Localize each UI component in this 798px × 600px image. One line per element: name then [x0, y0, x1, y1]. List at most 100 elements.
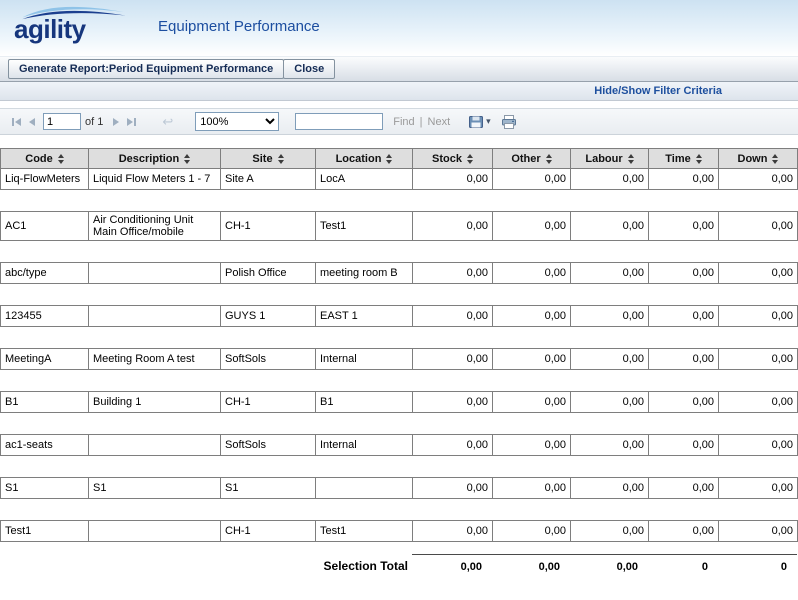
- cell: S1: [89, 478, 221, 499]
- column-label: Location: [336, 153, 382, 165]
- cell: Liq-FlowMeters: [1, 169, 89, 190]
- next-link[interactable]: Next: [428, 116, 451, 128]
- sort-icon[interactable]: [278, 154, 284, 164]
- cell: 0,00: [493, 212, 571, 241]
- cell: 0,00: [571, 169, 649, 190]
- menu-bar: Generate Report:Period Equipment Perform…: [0, 56, 798, 82]
- cell: 0,00: [719, 306, 798, 327]
- find-next-separator: |: [420, 116, 423, 128]
- table-row: 123455GUYS 1EAST 10,000,000,000,000,00: [0, 305, 798, 327]
- agility-logo: agility: [14, 4, 134, 42]
- cell: 0,00: [413, 306, 493, 327]
- report-area: Code DescriptionSite Location Stock Other Lab…: [0, 135, 798, 573]
- sort-icon[interactable]: [58, 154, 64, 164]
- cell: 0,00: [719, 349, 798, 370]
- cell: abc/type: [1, 263, 89, 284]
- zoom-select[interactable]: 100%: [195, 112, 279, 131]
- cell: 0,00: [493, 306, 571, 327]
- column-header-code[interactable]: Code: [1, 149, 89, 169]
- cell: 0,00: [719, 212, 798, 241]
- print-button[interactable]: [501, 114, 517, 130]
- hide-show-filter-link[interactable]: Hide/Show Filter Criteria: [594, 85, 722, 97]
- cell: 0,00: [719, 392, 798, 413]
- cell: 0,00: [493, 435, 571, 456]
- cell: MeetingA: [1, 349, 89, 370]
- cell: Polish Office: [221, 263, 316, 284]
- cell: S1: [1, 478, 89, 499]
- cell: B1: [316, 392, 413, 413]
- cell: 0,00: [571, 521, 649, 542]
- table-row: MeetingAMeeting Room A testSoftSolsInter…: [0, 348, 798, 370]
- selection-total-label: Selection Total: [0, 554, 412, 573]
- cell: 0,00: [413, 349, 493, 370]
- column-label: Labour: [585, 153, 622, 165]
- cell: 0,00: [719, 169, 798, 190]
- cell: 0,00: [571, 212, 649, 241]
- total-labour: 0,00: [570, 554, 648, 573]
- column-header-labour[interactable]: Labour: [571, 149, 649, 169]
- parent-report-icon[interactable]: ↩: [162, 114, 173, 130]
- cell: 0,00: [571, 478, 649, 499]
- cell: B1: [1, 392, 89, 413]
- cell: 0,00: [493, 263, 571, 284]
- column-header-down[interactable]: Down: [719, 149, 798, 169]
- report-viewer-toolbar: of 1 ↩ 100% Find | Next ▾: [0, 108, 798, 135]
- cell: Air Conditioning Unit Main Office/mobile: [89, 212, 221, 241]
- sort-icon[interactable]: [386, 154, 392, 164]
- total-other: 0,00: [492, 554, 570, 573]
- generate-report-button[interactable]: Generate Report:Period Equipment Perform…: [8, 59, 284, 79]
- column-label: Code: [25, 153, 53, 165]
- column-label: Other: [511, 153, 540, 165]
- cell: AC1: [1, 212, 89, 241]
- column-header-site[interactable]: Site: [221, 149, 316, 169]
- column-header-other[interactable]: Other: [493, 149, 571, 169]
- cell: 0,00: [649, 435, 719, 456]
- cell: [89, 306, 221, 327]
- table-row: ac1-seatsSoftSolsInternal0,000,000,000,0…: [0, 434, 798, 456]
- find-link[interactable]: Find: [393, 116, 414, 128]
- cell: Site A: [221, 169, 316, 190]
- cell: 0,00: [571, 349, 649, 370]
- printer-icon: [501, 114, 517, 130]
- cell: [89, 263, 221, 284]
- cell: SoftSols: [221, 349, 316, 370]
- sort-icon[interactable]: [546, 154, 552, 164]
- sort-icon[interactable]: [696, 154, 702, 164]
- cell: 0,00: [649, 169, 719, 190]
- column-header-time[interactable]: Time: [649, 149, 719, 169]
- next-page-icon[interactable]: [109, 116, 123, 128]
- table-row: AC1Air Conditioning Unit Main Office/mob…: [0, 211, 798, 241]
- last-page-icon[interactable]: [123, 116, 140, 128]
- cell: 0,00: [493, 169, 571, 190]
- sort-icon[interactable]: [628, 154, 634, 164]
- cell: 0,00: [571, 306, 649, 327]
- cell: 0,00: [719, 263, 798, 284]
- cell: 0,00: [413, 169, 493, 190]
- export-disk-icon: [468, 114, 484, 130]
- page-number-input[interactable]: [43, 113, 81, 130]
- previous-page-icon[interactable]: [25, 116, 39, 128]
- cell: 0,00: [413, 392, 493, 413]
- cell: [89, 435, 221, 456]
- cell: 0,00: [413, 521, 493, 542]
- logo-text: agility: [14, 16, 134, 42]
- cell: Internal: [316, 435, 413, 456]
- cell: 123455: [1, 306, 89, 327]
- cell: 0,00: [649, 306, 719, 327]
- sort-icon[interactable]: [772, 154, 778, 164]
- column-header-description[interactable]: Description: [89, 149, 221, 169]
- close-button[interactable]: Close: [283, 59, 335, 79]
- cell: 0,00: [571, 435, 649, 456]
- table-row: Test1CH-1Test10,000,000,000,000,00: [0, 520, 798, 542]
- column-header-location[interactable]: Location: [316, 149, 413, 169]
- column-header-stock[interactable]: Stock: [413, 149, 493, 169]
- export-button[interactable]: ▾: [468, 114, 491, 130]
- cell: 0,00: [571, 392, 649, 413]
- cell: 0,00: [649, 478, 719, 499]
- find-text-input[interactable]: [295, 113, 383, 130]
- first-page-icon[interactable]: [8, 116, 25, 128]
- cell: 0,00: [719, 521, 798, 542]
- column-label: Time: [665, 153, 690, 165]
- sort-icon[interactable]: [184, 154, 190, 164]
- sort-icon[interactable]: [467, 154, 473, 164]
